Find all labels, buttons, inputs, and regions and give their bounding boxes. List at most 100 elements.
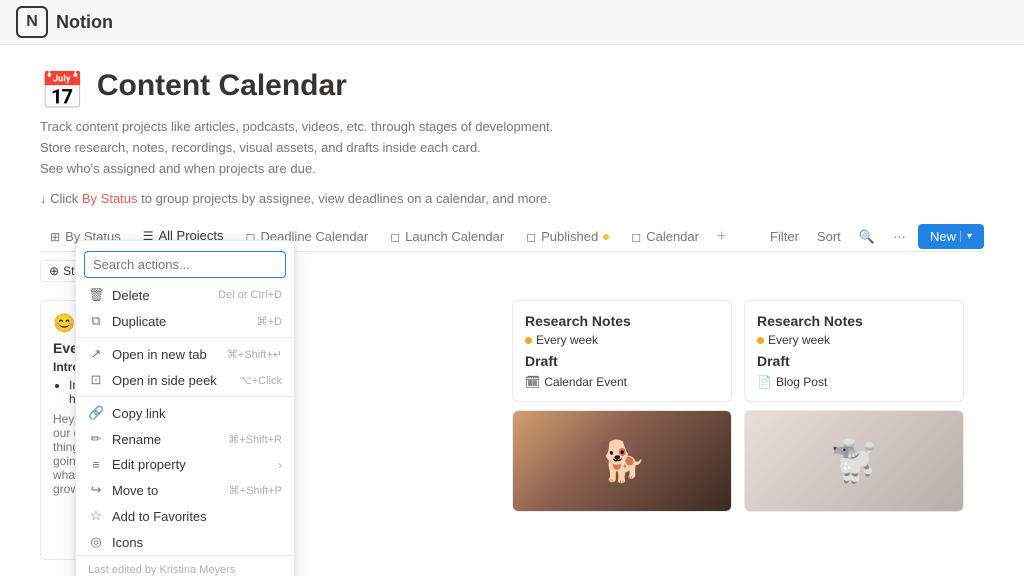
- menu-divider-1: [76, 337, 294, 338]
- delete-icon: 🗑: [88, 287, 104, 303]
- card-rn2-tag-area: 📄 Blog Post: [757, 375, 951, 389]
- icons-icon: ◎: [88, 534, 104, 550]
- menu-item-open-side-peek[interactable]: ⊡ Open in side peek ⌥+Click: [76, 367, 294, 393]
- menu-duplicate-label: Duplicate: [112, 314, 249, 329]
- tab-calendar[interactable]: ◻ Calendar: [621, 223, 709, 250]
- tab-icon-launch: ◻: [390, 230, 400, 244]
- menu-open-new-tab-shortcut: ⌘+Shift+↵: [227, 348, 282, 361]
- tab-launch-calendar[interactable]: ◻ Launch Calendar: [380, 223, 514, 250]
- desc-line2: Store research, notes, recordings, visua…: [40, 138, 984, 159]
- menu-open-side-peek-label: Open in side peek: [112, 373, 231, 388]
- menu-rename-shortcut: ⌘+Shift+R: [228, 433, 282, 446]
- hint-status[interactable]: By Status: [82, 191, 138, 206]
- menu-edit-property-label: Edit property: [112, 457, 270, 472]
- menu-delete-shortcut: Del or Ctrl+D: [218, 289, 282, 301]
- card-rn1-freq: Every week: [536, 333, 598, 347]
- menu-copy-link-label: Copy link: [112, 406, 282, 421]
- menu-item-delete[interactable]: 🗑 Delete Del or Ctrl+D: [76, 282, 294, 308]
- tab-icon-calendar: ◻: [631, 230, 641, 244]
- open-side-peek-icon: ⊡: [88, 372, 104, 388]
- calendar-event-icon: 🗓: [525, 375, 540, 389]
- menu-rename-label: Rename: [112, 432, 220, 447]
- copy-link-icon: 🔗: [88, 405, 104, 421]
- tab-bar-right: Filter Sort 🔍 ··· New ▾: [764, 224, 984, 249]
- notion-icon: N: [16, 6, 48, 38]
- tab-label-launch: Launch Calendar: [405, 229, 504, 244]
- context-search-input[interactable]: [84, 251, 286, 278]
- menu-add-favorites-label: Add to Favorites: [112, 509, 282, 524]
- menu-item-rename[interactable]: ✏ Rename ⌘+Shift+R: [76, 426, 294, 452]
- menu-duplicate-shortcut: ⌘+D: [257, 315, 282, 328]
- desc-line1: Track content projects like articles, po…: [40, 117, 984, 138]
- cards-area: 😊 Event 1 Introduction (15 seconds) Intr…: [40, 290, 984, 568]
- sort-button[interactable]: Sort: [811, 225, 847, 248]
- dot-orange-1: [525, 337, 532, 344]
- card-col-3: Research Notes Every week Draft 📄 Blog P…: [744, 300, 964, 568]
- menu-item-add-favorites[interactable]: ☆ Add to Favorites: [76, 503, 294, 529]
- hint-prefix: ↓ Click: [40, 191, 82, 206]
- card-rn1-tag: Calendar Event: [544, 375, 627, 389]
- menu-open-side-peek-shortcut: ⌥+Click: [239, 374, 282, 387]
- page-emoji: 📅: [40, 73, 85, 109]
- open-new-tab-icon: ↗: [88, 346, 104, 362]
- card-dog-black[interactable]: 🐕: [512, 410, 732, 512]
- new-button-label: New: [930, 229, 956, 244]
- topbar: N Notion: [0, 0, 1024, 45]
- page-description: Track content projects like articles, po…: [40, 117, 984, 179]
- published-dot: [603, 234, 609, 240]
- more-button[interactable]: ···: [887, 225, 912, 248]
- search-button[interactable]: 🔍: [853, 225, 881, 249]
- new-button[interactable]: New ▾: [918, 224, 984, 249]
- card-rn2-freq: Every week: [768, 333, 830, 347]
- menu-item-duplicate[interactable]: ⧉ Duplicate ⌘+D: [76, 308, 294, 334]
- card-research-notes-1[interactable]: Research Notes Every week Draft 🗓 Calend…: [512, 300, 732, 402]
- search-box-wrap: [76, 245, 294, 282]
- menu-item-open-new-tab[interactable]: ↗ Open in new tab ⌘+Shift+↵: [76, 341, 294, 367]
- menu-icons-label: Icons: [112, 535, 282, 550]
- page-header: 📅 Content Calendar: [40, 69, 984, 109]
- menu-item-move-to[interactable]: ↪ Move to ⌘+Shift+P: [76, 477, 294, 503]
- card-rn2-status: Draft: [757, 353, 951, 369]
- rename-icon: ✏: [88, 431, 104, 447]
- card-col-2: Research Notes Every week Draft 🗓 Calend…: [512, 300, 732, 568]
- app-name: Notion: [56, 12, 113, 33]
- duplicate-icon: ⧉: [88, 313, 104, 329]
- card-research-notes-2[interactable]: Research Notes Every week Draft 📄 Blog P…: [744, 300, 964, 402]
- card-rn2-title: Research Notes: [757, 313, 951, 329]
- card-rn1-status: Draft: [525, 353, 719, 369]
- menu-item-copy-link[interactable]: 🔗 Copy link: [76, 400, 294, 426]
- notion-logo: N Notion: [16, 6, 113, 38]
- add-favorites-icon: ☆: [88, 508, 104, 524]
- tab-label-published: Published: [541, 229, 598, 244]
- context-menu: 🗑 Delete Del or Ctrl+D ⧉ Duplicate ⌘+D ↗…: [75, 240, 295, 576]
- add-tab-button[interactable]: +: [711, 224, 732, 250]
- page-hint: ↓ Click By Status to group projects by a…: [40, 191, 984, 206]
- menu-delete-label: Delete: [112, 288, 210, 303]
- edit-property-icon: ≡: [88, 457, 104, 472]
- main-content: 📅 Content Calendar Track content project…: [0, 45, 1024, 576]
- card-rn1-title: Research Notes: [525, 313, 719, 329]
- tab-label-calendar: Calendar: [646, 229, 699, 244]
- menu-move-to-label: Move to: [112, 483, 221, 498]
- menu-footer: Last edited by Kristina Meyers Today at …: [76, 555, 294, 576]
- card-rn1-tag-area: 🗓 Calendar Event: [525, 375, 719, 389]
- card-rn2-tag: Blog Post: [776, 375, 827, 389]
- dot-orange-2: [757, 337, 764, 344]
- new-button-chevron: ▾: [960, 231, 972, 242]
- menu-item-icons[interactable]: ◎ Icons: [76, 529, 294, 555]
- menu-open-new-tab-label: Open in new tab: [112, 347, 219, 362]
- move-to-icon: ↪: [88, 482, 104, 498]
- menu-divider-2: [76, 396, 294, 397]
- blog-post-icon: 📄: [757, 375, 772, 389]
- filter-status-icon: ⊕: [49, 264, 59, 278]
- hint-suffix: to group projects by assignee, view dead…: [138, 191, 551, 206]
- menu-item-edit-property[interactable]: ≡ Edit property ›: [76, 452, 294, 477]
- desc-line3: See who's assigned and when projects are…: [40, 159, 984, 180]
- menu-footer-line1: Last edited by Kristina Meyers: [88, 564, 282, 576]
- tab-published[interactable]: ◻ Published: [516, 223, 619, 250]
- left-card-area: 😊 Event 1 Introduction (15 seconds) Intr…: [40, 300, 260, 568]
- filter-button[interactable]: Filter: [764, 225, 805, 248]
- card-dog-white[interactable]: 🐩: [744, 410, 964, 512]
- tab-icon-by-status: ⊞: [50, 230, 60, 244]
- dog-white-image: 🐩: [745, 411, 963, 511]
